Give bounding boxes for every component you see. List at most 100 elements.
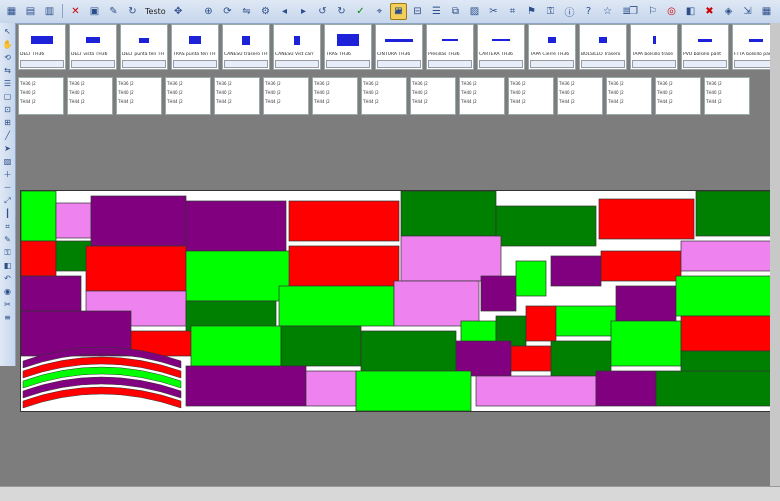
arrow-right-icon[interactable]: ▸ bbox=[295, 3, 312, 20]
delete-icon[interactable]: ✖ bbox=[701, 3, 718, 20]
select-icon[interactable]: ↖ bbox=[2, 26, 13, 37]
move-icon[interactable]: ✥ bbox=[170, 3, 187, 20]
fit-icon[interactable]: ⤢ bbox=[2, 195, 13, 206]
rotate-piece-icon[interactable]: ⟲ bbox=[2, 52, 13, 63]
marker-piece[interactable] bbox=[90, 195, 187, 247]
arrow-left-icon[interactable]: ◂ bbox=[276, 3, 293, 20]
piece-thumbnail[interactable]: PVO bolsillo pant bbox=[681, 24, 729, 70]
view-icon[interactable]: ◉ bbox=[2, 286, 13, 297]
piece-quantity-field[interactable] bbox=[122, 60, 166, 68]
redo-icon[interactable]: ↻ bbox=[333, 3, 350, 20]
flip-icon[interactable]: ⇋ bbox=[238, 3, 255, 20]
align-icon[interactable]: ⊞ bbox=[390, 3, 407, 20]
marker-piece[interactable] bbox=[600, 250, 682, 282]
palette-icon[interactable]: ◧ bbox=[682, 3, 699, 20]
pin-icon[interactable]: ⌖ bbox=[371, 3, 388, 20]
piece-quantity-field[interactable] bbox=[71, 60, 115, 68]
piece-quantity-field[interactable] bbox=[326, 60, 370, 68]
cut-icon[interactable]: ✂ bbox=[485, 3, 502, 20]
marker-piece[interactable] bbox=[695, 191, 779, 237]
piece-thumbnail[interactable]: Presillas TH36 bbox=[426, 24, 474, 70]
marker-piece[interactable] bbox=[185, 365, 307, 407]
marker-piece[interactable] bbox=[21, 191, 57, 242]
piece-quantity-field[interactable] bbox=[632, 60, 676, 68]
box-icon[interactable]: ▢ bbox=[2, 91, 13, 102]
print-icon[interactable]: ▣ bbox=[86, 3, 103, 20]
piece-thumbnail[interactable]: DELT TH36 bbox=[18, 24, 66, 70]
marker-piece[interactable] bbox=[85, 245, 187, 292]
mirror-icon[interactable]: ⇆ bbox=[2, 65, 13, 76]
marker-piece[interactable] bbox=[675, 275, 779, 317]
marker-piece[interactable] bbox=[515, 260, 547, 297]
marker-piece[interactable] bbox=[360, 330, 457, 372]
note-icon[interactable]: ✎ bbox=[2, 234, 13, 245]
marker-piece[interactable] bbox=[655, 370, 779, 407]
piece-thumbnail[interactable]: TAPA Cierre TH36 bbox=[528, 24, 576, 70]
marker-piece[interactable] bbox=[190, 325, 282, 367]
help-icon[interactable]: ? bbox=[580, 3, 597, 20]
lock-icon[interactable]: ⚿ bbox=[542, 3, 559, 20]
grid-view-icon[interactable]: ⌗ bbox=[2, 221, 13, 232]
marker-piece[interactable] bbox=[680, 315, 779, 352]
piece-thumbnail[interactable]: DELT vista TH36 bbox=[69, 24, 117, 70]
marker-piece[interactable] bbox=[393, 280, 480, 327]
marker-piece[interactable] bbox=[185, 200, 287, 252]
zoom-out-icon[interactable]: － bbox=[2, 182, 13, 193]
undo-icon[interactable]: ↺ bbox=[314, 3, 331, 20]
marker-piece[interactable] bbox=[550, 255, 602, 287]
marker-piece[interactable] bbox=[288, 245, 400, 287]
table-icon[interactable]: ▦ bbox=[758, 3, 775, 20]
piece-thumbnail[interactable]: TAPA bolsillo trase bbox=[630, 24, 678, 70]
marker-piece[interactable] bbox=[305, 370, 357, 407]
marker-piece[interactable] bbox=[288, 200, 400, 242]
pointer-icon[interactable]: ➤ bbox=[2, 143, 13, 154]
edit-icon[interactable]: ✎ bbox=[105, 3, 122, 20]
text-tool-label[interactable]: Testo bbox=[143, 7, 168, 16]
marker-piece[interactable] bbox=[510, 345, 552, 372]
marker-piece[interactable] bbox=[598, 198, 695, 240]
zoom-icon[interactable]: ⊕ bbox=[200, 3, 217, 20]
marker-piece[interactable] bbox=[280, 325, 362, 367]
marker-piece[interactable] bbox=[615, 285, 677, 322]
piece-thumbnail[interactable]: DELT punta ten TH bbox=[120, 24, 168, 70]
flag-icon[interactable]: ⚑ bbox=[523, 3, 540, 20]
piece-thumbnail[interactable]: TRAS punta ten TH bbox=[171, 24, 219, 70]
line-icon[interactable]: ╱ bbox=[2, 130, 13, 141]
refresh-icon[interactable]: ↻ bbox=[124, 3, 141, 20]
marker-piece[interactable] bbox=[355, 370, 472, 411]
marker-piece[interactable] bbox=[480, 275, 517, 312]
marker-piece[interactable] bbox=[475, 375, 597, 407]
horizontal-scrollbar[interactable] bbox=[0, 486, 780, 501]
cut-tool-icon[interactable]: ✂ bbox=[2, 299, 13, 310]
piece-thumbnail[interactable]: CARTERA TH36 bbox=[477, 24, 525, 70]
piece-quantity-field[interactable] bbox=[173, 60, 217, 68]
check-icon[interactable]: ✓ bbox=[352, 3, 369, 20]
grid-icon[interactable]: ▥ bbox=[41, 3, 58, 20]
piece-thumbnail[interactable]: CINTURA TH36 bbox=[375, 24, 423, 70]
fill-icon[interactable]: ▨ bbox=[2, 156, 13, 167]
marker-piece[interactable] bbox=[400, 191, 497, 237]
lock-piece-icon[interactable]: ⚿ bbox=[2, 247, 13, 258]
layers-icon[interactable]: ☰ bbox=[428, 3, 445, 20]
marker-piece[interactable] bbox=[525, 305, 557, 342]
info-icon[interactable]: ⓘ bbox=[561, 3, 578, 20]
layer-icon[interactable]: ◧ bbox=[2, 260, 13, 271]
piece-quantity-field[interactable] bbox=[581, 60, 625, 68]
piece-quantity-field[interactable] bbox=[224, 60, 268, 68]
piece-quantity-field[interactable] bbox=[530, 60, 574, 68]
marker-piece[interactable] bbox=[595, 370, 657, 407]
piece-thumbnail[interactable]: CANESU Vist carr bbox=[273, 24, 321, 70]
zoom-in-icon[interactable]: ＋ bbox=[2, 169, 13, 180]
marker-piece[interactable] bbox=[610, 320, 682, 367]
marker-piece[interactable] bbox=[680, 240, 779, 272]
piece-thumbnail[interactable]: TRAS TH36 bbox=[324, 24, 372, 70]
marker-piece[interactable] bbox=[495, 205, 597, 247]
undo-piece-icon[interactable]: ↶ bbox=[2, 273, 13, 284]
marker-piece[interactable] bbox=[21, 275, 82, 312]
save-icon[interactable]: ▤ bbox=[22, 3, 39, 20]
measure-icon[interactable]: ⌗ bbox=[504, 3, 521, 20]
export-icon[interactable]: ⇲ bbox=[739, 3, 756, 20]
open-icon[interactable]: ▦ bbox=[3, 3, 20, 20]
snap-icon[interactable]: ⊟ bbox=[409, 3, 426, 20]
piece-quantity-field[interactable] bbox=[479, 60, 523, 68]
